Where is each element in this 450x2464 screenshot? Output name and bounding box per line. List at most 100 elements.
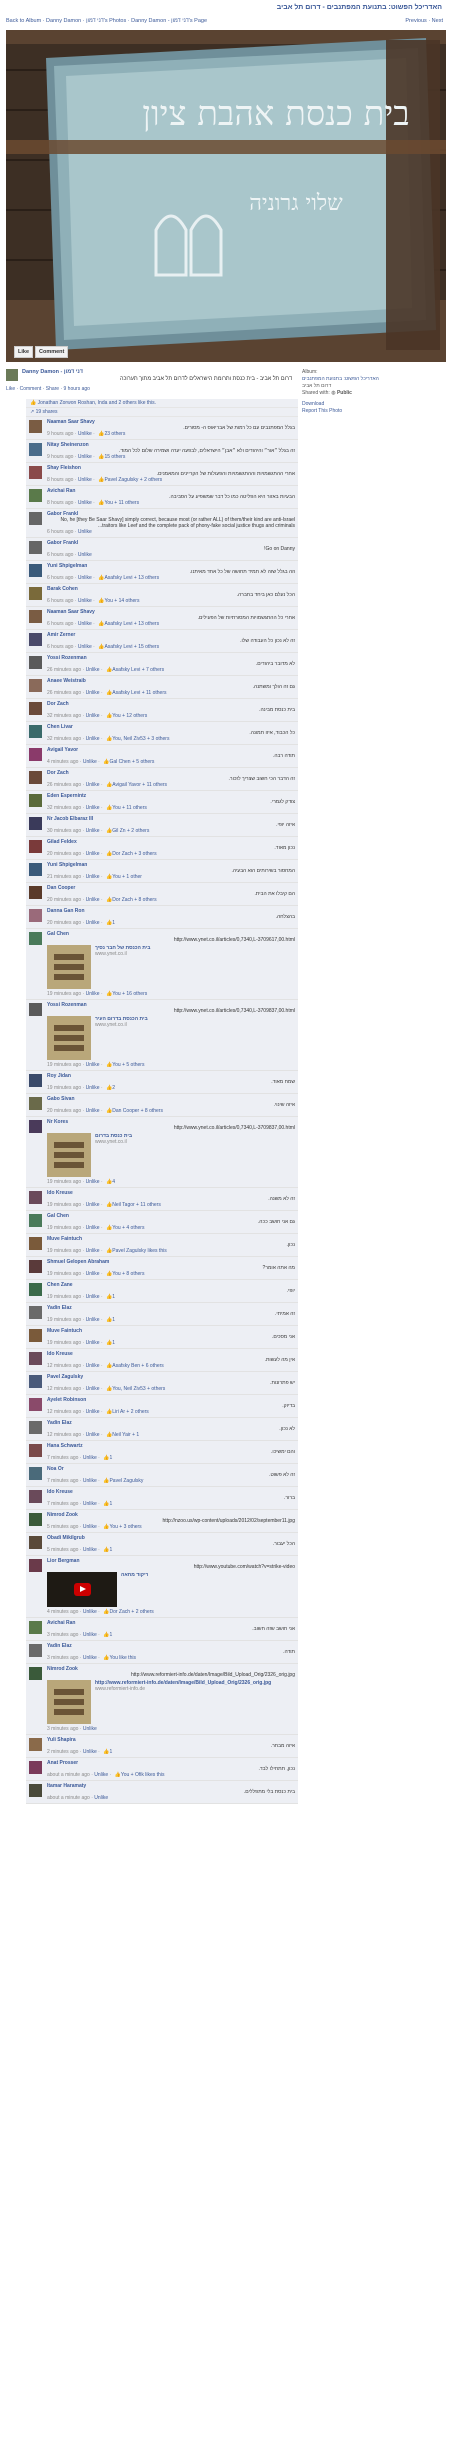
link-preview[interactable]: בית הכנסת של חבר נסיך www.ynet.co.il [47, 945, 295, 989]
video-title[interactable]: ריקוד מחאה [121, 1572, 295, 1578]
comment-like-link[interactable]: Unlike [83, 1749, 97, 1755]
commenter-name[interactable]: Anaee Weistraib [47, 678, 86, 684]
comment-likes[interactable]: 1 [109, 1501, 112, 1507]
commenter-name[interactable]: Yossi Rozenman [47, 1002, 87, 1008]
comment-likes[interactable]: Dor Zach + 8 others [112, 897, 156, 903]
comment-like-link[interactable]: Unlike [86, 1340, 100, 1346]
link-thumbnail[interactable] [47, 945, 91, 989]
comment-like-link[interactable]: Unlike [86, 851, 100, 857]
commenter-avatar[interactable] [29, 748, 42, 761]
comment-likes[interactable]: 1 [109, 1632, 112, 1638]
commenter-name[interactable]: Chen Zane [47, 1282, 73, 1288]
comment-likes[interactable]: Gil Zn + 2 others [112, 828, 149, 834]
comment-likes[interactable]: Dan Cooper + 8 others [112, 1108, 163, 1114]
commenter-avatar[interactable] [29, 1784, 42, 1797]
comment-likes[interactable]: Liri Ar + 2 others [112, 1409, 149, 1415]
commenter-avatar[interactable] [29, 1667, 42, 1680]
commenter-name[interactable]: Itamar Haramaty [47, 1783, 86, 1789]
commenter-avatar[interactable] [29, 1352, 42, 1365]
report-link[interactable]: Report This Photo [302, 408, 342, 414]
commenter-name[interactable]: Naaman Saar Shavy [47, 419, 95, 425]
comment-like-link[interactable]: Unlike [83, 1524, 97, 1530]
comment-like-link[interactable]: Unlike [83, 1547, 97, 1553]
comment-like-link[interactable]: Unlike [83, 1609, 97, 1615]
comment-like-link[interactable]: Unlike [86, 1317, 100, 1323]
commenter-name[interactable]: Nimrod Zook [47, 1666, 78, 1672]
comment-likes[interactable]: Asafsky Levi + 11 others [112, 690, 166, 696]
link-thumbnail[interactable] [47, 1133, 91, 1177]
commenter-avatar[interactable] [29, 794, 42, 807]
comment-like-link[interactable]: Unlike [83, 1501, 97, 1507]
comment-likes[interactable]: 1 [112, 1340, 115, 1346]
comment-like-link[interactable]: Unlike [83, 1632, 97, 1638]
commenter-avatar[interactable] [29, 1738, 42, 1751]
comment-like-link[interactable]: Unlike [78, 575, 92, 581]
commenter-name[interactable]: Nr Jacob Elbaraz III [47, 816, 93, 822]
comment-like-link[interactable]: Unlike [86, 667, 100, 673]
commenter-avatar[interactable] [29, 863, 42, 876]
link-preview[interactable]: בית הכנסת בדרום העיר www.ynet.co.il [47, 1016, 295, 1060]
photo-pager[interactable]: Previous · Next [405, 18, 443, 24]
commenter-name[interactable]: Ido Kreuse [47, 1489, 73, 1495]
comment-likes[interactable]: You + 3 others [109, 1524, 141, 1530]
photo-viewer[interactable]: בית כנסת אהבת ציון שלוי גרוניה Like Comm… [6, 30, 446, 362]
commenter-avatar[interactable] [29, 679, 42, 692]
commenter-avatar[interactable] [29, 1283, 42, 1296]
commenter-avatar[interactable] [29, 1536, 42, 1549]
commenter-avatar[interactable] [29, 633, 42, 646]
comment-like-link[interactable]: Unlike [86, 690, 100, 696]
commenter-avatar[interactable] [29, 702, 42, 715]
owner-avatar[interactable] [6, 369, 18, 381]
comment-like-link[interactable]: Unlike [83, 1655, 97, 1661]
comment-like-link[interactable]: Unlike [86, 1432, 100, 1438]
comment-like-link[interactable]: Unlike [86, 1271, 100, 1277]
commenter-name[interactable]: Ido Kreuse [47, 1351, 73, 1357]
comment-like-link[interactable]: Unlike [78, 500, 92, 506]
commenter-avatar[interactable] [29, 886, 42, 899]
comment-like-link[interactable]: Unlike [86, 713, 100, 719]
commenter-avatar[interactable] [29, 587, 42, 600]
commenter-avatar[interactable] [29, 725, 42, 738]
comment-likes[interactable]: Pavel Zagulsky [109, 1478, 143, 1484]
comment-likes[interactable]: 1 [109, 1455, 112, 1461]
comment-like-link[interactable]: Unlike [86, 1386, 100, 1392]
link-thumbnail[interactable] [47, 1016, 91, 1060]
commenter-name[interactable]: Gal Chen [47, 931, 69, 937]
comment-like-link[interactable]: Unlike [83, 1478, 97, 1484]
commenter-avatar[interactable] [29, 1761, 42, 1774]
comment-likes[interactable]: 15 others [104, 454, 125, 460]
commenter-name[interactable]: Yadin Elaz [47, 1420, 72, 1426]
commenter-avatar[interactable] [29, 466, 42, 479]
commenter-avatar[interactable] [29, 420, 42, 433]
comment-like-link[interactable]: Unlike [78, 454, 92, 460]
commenter-name[interactable]: Nimrod Zook [47, 1512, 78, 1518]
video-preview[interactable]: ריקוד מחאה [47, 1572, 295, 1607]
comment-likes[interactable]: Asafsky Levi + 13 others [104, 575, 159, 581]
comment-likes[interactable]: You, Neil Ziv53 + others [112, 1386, 165, 1392]
breadcrumb[interactable]: Back to Album · Danny Damon · דני דמון's… [6, 18, 207, 24]
commenter-avatar[interactable] [29, 541, 42, 554]
comment-likes[interactable]: Pavel Zagulsky likes this [112, 1248, 166, 1254]
comment-likes[interactable]: Gal Chen + 5 others [109, 759, 154, 765]
comment-likes[interactable]: You + 5 others [112, 1062, 144, 1068]
commenter-name[interactable]: Dor Zach [47, 770, 69, 776]
commenter-avatar[interactable] [29, 771, 42, 784]
commenter-avatar[interactable] [29, 1214, 42, 1227]
comment-like-link[interactable]: Unlike [86, 828, 100, 834]
comment-likes[interactable]: 1 [109, 1749, 112, 1755]
commenter-name[interactable]: Gal Chen [47, 1213, 69, 1219]
commenter-avatar[interactable] [29, 1097, 42, 1110]
comment-likes[interactable]: You, Neil Ziv53 + 3 others [112, 736, 169, 742]
commenter-name[interactable]: Avigail Yavor [47, 747, 78, 753]
commenter-name[interactable]: Chen Livar [47, 724, 73, 730]
photo-like-button[interactable]: Like [14, 346, 34, 358]
comment-like-link[interactable]: Unlike [78, 598, 92, 604]
comment-like-link[interactable]: Unlike [86, 1363, 100, 1369]
comment-likes[interactable]: Asafsky Levi + 7 others [112, 667, 164, 673]
commenter-name[interactable]: Dor Zach [47, 701, 69, 707]
commenter-avatar[interactable] [29, 1559, 42, 1572]
commenter-name[interactable]: Yossi Rozenman [47, 655, 87, 661]
comment-like-link[interactable]: Unlike [78, 621, 92, 627]
comment-like-link[interactable]: Unlike [94, 1772, 108, 1778]
commenter-name[interactable]: Eden Espernintz [47, 793, 86, 799]
